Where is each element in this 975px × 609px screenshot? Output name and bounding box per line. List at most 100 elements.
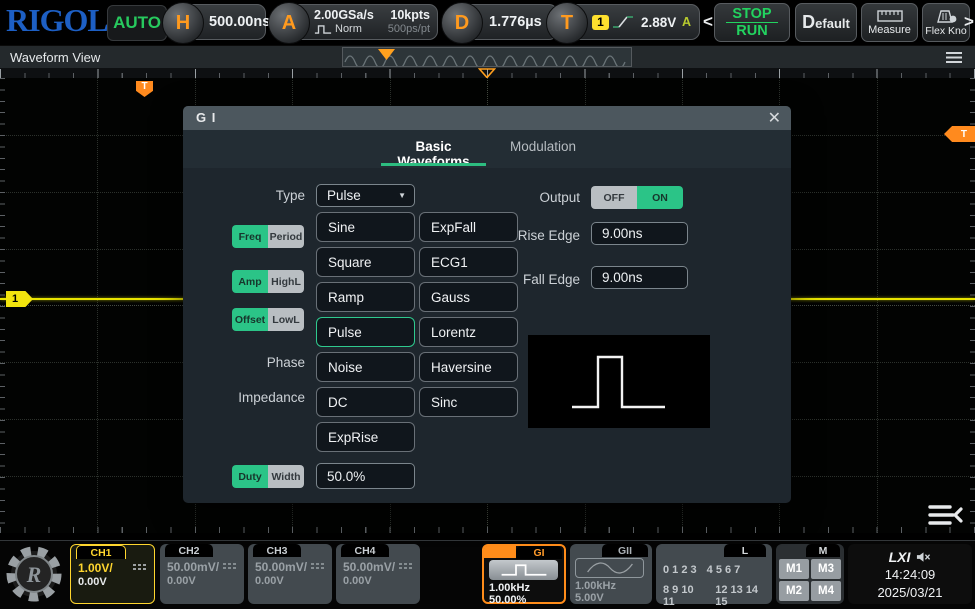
active-tab-underline [381,163,486,166]
gen2-freq: 1.00kHz [575,580,616,592]
gen1-duty: 50.00% [489,594,526,606]
gen2-tab: GII [602,544,648,557]
svg-text:R: R [26,562,42,587]
width-option[interactable]: Width [268,465,304,488]
ch3-tile[interactable]: CH3 50.00mV/ 0.00V [248,544,332,604]
chevron-left-icon[interactable]: < [703,12,713,32]
duty-input[interactable]: 50.0% [316,463,415,489]
math-tile[interactable]: M M1 M3 M2 M4 [776,544,844,604]
logic-bits-0-3: 0 1 2 3 [663,564,697,576]
ch4-tile[interactable]: CH4 50.00mV/ 0.00V [336,544,420,604]
ch1-offset: 0.00V [78,576,107,588]
type-value: Pulse [327,188,361,203]
waveform-overview-strip[interactable] [342,47,632,67]
top-toolbar: RIGOL AUTO H 500.00ns/ A 2.00GSa/s Norm … [0,0,975,45]
speaker-muted-icon[interactable] [916,551,931,563]
stop-run-button[interactable]: STOP RUN [714,3,790,42]
generator-dialog: G I ✕ Basic Waveforms Modulation Type Ph… [183,106,791,503]
waveform-view-bar: Waveform View [0,45,975,68]
math-m2-button[interactable]: M2 [779,581,809,601]
gen2-amp: 5.00V [575,592,604,604]
waveform-sine-button[interactable]: Sine [316,212,415,242]
offset-option[interactable]: Offset [232,308,268,331]
trigger-level: 2.88V [641,15,676,30]
waveform-sinc-button[interactable]: Sinc [419,387,518,417]
math-m4-button[interactable]: M4 [811,581,841,601]
ch1-tile[interactable]: CH1 1.00V/ 0.00V [70,544,155,604]
run-label: RUN [736,23,767,39]
rise-edge-label: Rise Edge [494,228,580,243]
rise-edge-input[interactable]: 9.00ns [591,222,688,245]
rigol-gear-logo-icon[interactable]: R [5,545,63,603]
collapse-menu-icon[interactable] [926,502,966,529]
ch1-scale: 1.00V/ [78,561,113,575]
type-dropdown[interactable]: Pulse ▼ [316,184,415,207]
output-on-option[interactable]: ON [637,186,683,209]
ch4-tab: CH4 [341,544,389,557]
coupling-icon [398,562,414,570]
pulse-icon [314,24,332,35]
measure-button[interactable]: Measure [861,3,918,42]
pulse-preview-icon [528,335,710,428]
menu-icon[interactable] [945,51,963,64]
waveform-lorentz-button[interactable]: Lorentz [419,317,518,347]
knob-icon [933,9,959,24]
freq-period-toggle[interactable]: Freq Period [232,225,304,248]
chevron-right-icon[interactable]: > [964,12,974,32]
acquire-panel[interactable]: 2.00GSa/s Norm 10kpts 500ps/pt [288,4,438,40]
logic-tile[interactable]: L 0 1 2 3 4 5 6 7 8 9 10 11 12 13 14 15 [656,544,772,604]
impedance-label: Impedance [219,390,305,405]
freq-option[interactable]: Freq [232,225,268,248]
logic-bits-8-11: 8 9 10 11 [663,584,707,608]
coupling-icon [310,562,326,570]
close-icon[interactable]: ✕ [768,108,781,128]
waveform-exprise-button[interactable]: ExpRise [316,422,415,452]
delay-knob[interactable]: D [441,2,483,44]
waveform-haversine-button[interactable]: Haversine [419,352,518,382]
tab-modulation[interactable]: Modulation [503,139,583,154]
offset-lowl-toggle[interactable]: Offset LowL [232,308,304,331]
math-m3-button[interactable]: M3 [811,559,841,579]
waveform-noise-button[interactable]: Noise [316,352,415,382]
waveform-square-button[interactable]: Square [316,247,415,277]
lxi-logo: LXI [889,549,911,565]
gen2-tile[interactable]: GII 1.00kHz 5.00V [570,544,652,604]
measure-label: Measure [868,24,911,36]
ch1-tab: CH1 [76,545,126,559]
amp-option[interactable]: Amp [232,270,268,293]
amp-highl-toggle[interactable]: Amp HighL [232,270,304,293]
waveform-dc-button[interactable]: DC [316,387,415,417]
horizontal-knob[interactable]: H [162,2,204,44]
output-off-option[interactable]: OFF [591,186,637,209]
output-toggle[interactable]: OFF ON [591,186,683,209]
waveform-pulse-button[interactable]: Pulse [316,317,415,347]
duty-option[interactable]: Duty [232,465,268,488]
waveform-preview [528,335,710,428]
gen1-tile[interactable]: GI 1.00kHz 50.00% [482,544,566,604]
ch4-scale: 50.00mV/ [343,560,395,574]
dialog-titlebar[interactable]: G I ✕ [183,106,791,130]
acquire-knob[interactable]: A [268,2,310,44]
acq-mode: Norm [335,22,362,36]
phase-label: Phase [219,355,305,370]
right-scale-ticks [970,78,975,533]
highl-option[interactable]: HighL [268,270,304,293]
default-button[interactable]: DDefaultefault [795,3,857,42]
bottom-status-bar: R CH1 1.00V/ 0.00V CH2 50.00mV/ 0.00V CH… [0,540,975,609]
math-m1-button[interactable]: M1 [779,559,809,579]
ch2-tile[interactable]: CH2 50.00mV/ 0.00V [160,544,244,604]
lowl-option[interactable]: LowL [268,308,304,331]
trigger-status-button[interactable]: AUTO [107,5,167,41]
system-status-tile[interactable]: LXI 14:24:09 2025/03/21 [848,544,972,604]
flex-knob-button[interactable]: Flex Kno [922,3,970,42]
trigger-knob[interactable]: T [546,2,588,44]
period-option[interactable]: Period [268,225,304,248]
fall-edge-input[interactable]: 9.00ns [591,266,688,289]
waveform-ramp-button[interactable]: Ramp [316,282,415,312]
trigger-sweep: A [682,15,699,29]
logic-bits-4-7: 4 5 6 7 [707,564,741,576]
clock-time: 14:24:09 [848,567,972,582]
stop-label: STOP [732,6,771,22]
duty-width-toggle[interactable]: Duty Width [232,465,304,488]
timebase-ruler [0,68,975,78]
